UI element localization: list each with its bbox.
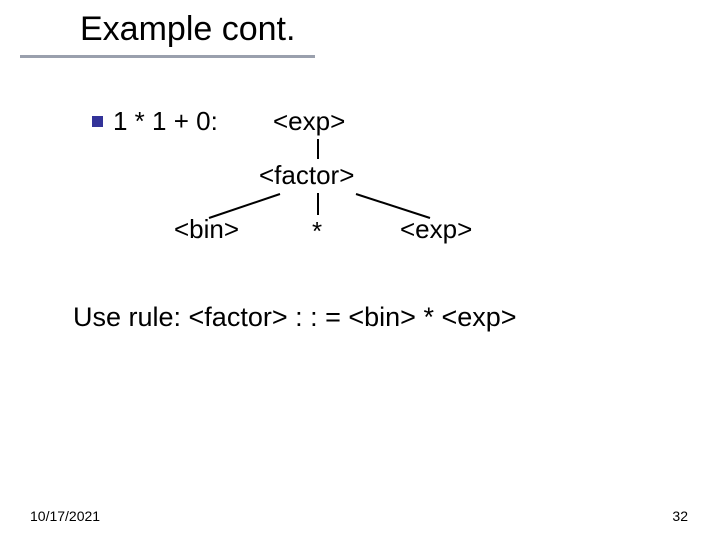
footer-date: 10/17/2021	[30, 508, 100, 524]
grammar-rule-text: Use rule: <factor> : : = <bin> * <exp>	[73, 302, 517, 333]
tree-diagonal-edges	[0, 0, 720, 540]
tree-node-exp-top: <exp>	[273, 106, 345, 137]
tree-node-star: *	[312, 216, 322, 247]
slide: Example cont. 1 * 1 + 0: <exp> <factor> …	[0, 0, 720, 540]
slide-title: Example cont.	[80, 10, 295, 49]
title-underline	[20, 55, 315, 58]
tree-node-bin: <bin>	[174, 214, 239, 245]
bullet-square-icon	[92, 116, 103, 127]
footer-page-number: 32	[672, 508, 688, 524]
tree-node-factor: <factor>	[259, 160, 354, 191]
tree-node-exp-right: <exp>	[400, 214, 472, 245]
tree-edge-1	[317, 139, 319, 159]
tree-edge-2-center	[317, 193, 319, 215]
bullet-input-text: 1 * 1 + 0:	[113, 106, 218, 137]
